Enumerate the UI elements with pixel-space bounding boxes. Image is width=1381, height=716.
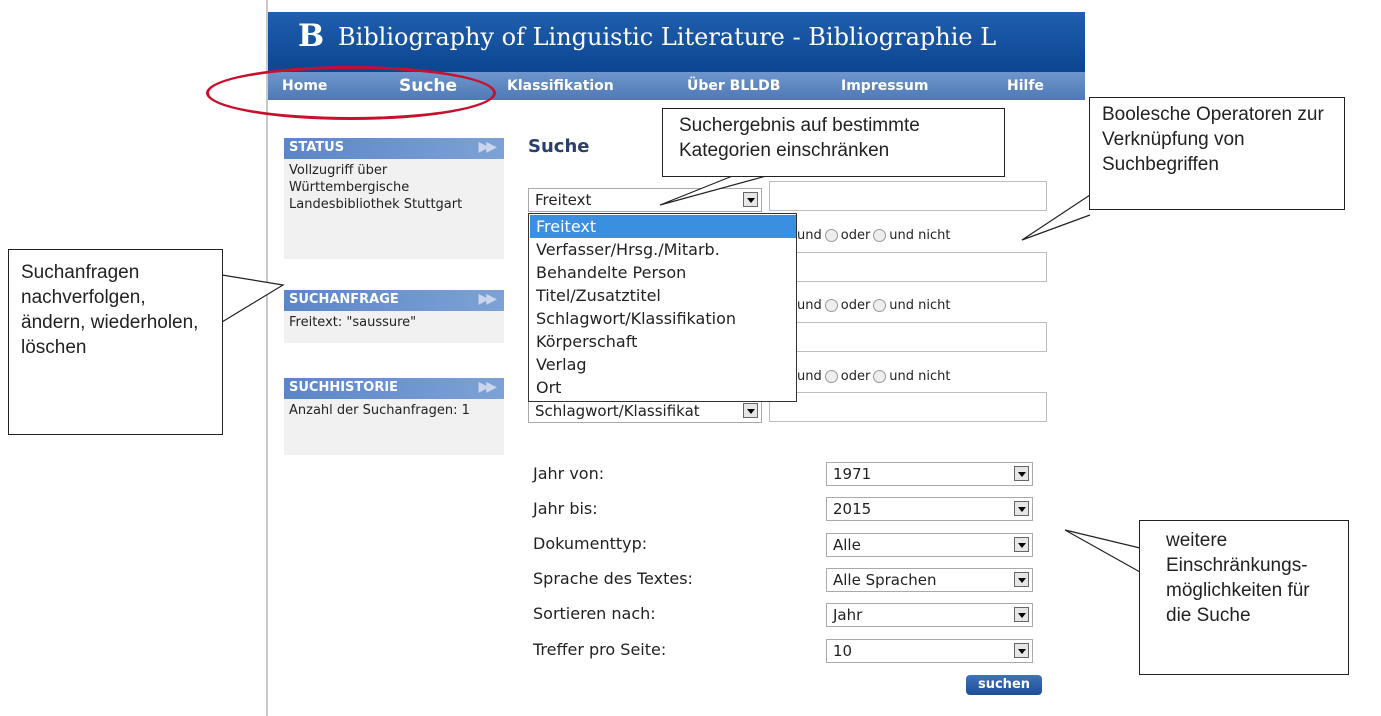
chevron-down-icon[interactable] [743,403,758,418]
nav-ueber-blldb[interactable]: Über BLLDB [687,78,780,94]
field-select-4[interactable]: Schlagwort/Klassifikat [528,399,762,423]
suchhistorie-text: Anzahl der Suchanfragen: 1 [284,399,504,455]
radio-oder[interactable] [824,299,838,312]
chevron-down-icon[interactable] [1014,643,1029,658]
field-select-1[interactable]: Freitext [528,188,762,212]
suchanfrage-heading: SUCHANFRAGE ▶▶ [284,290,504,311]
site-header: B Bibliography of Linguistic Literature … [268,12,1085,72]
suchhistorie-heading: SUCHHISTORIE ▶▶ [284,378,504,399]
dropdown-option[interactable]: Ort [530,376,796,399]
nav-impressum[interactable]: Impressum [841,78,928,94]
radio-und-nicht[interactable] [873,229,887,242]
search-input-3[interactable] [769,322,1047,352]
boolean-row-3: und oder und nicht [797,369,951,384]
callout-boolean: Boolesche Operatoren zur Verknüpfung von… [1089,97,1345,210]
chevron-down-icon[interactable] [1014,466,1029,481]
page-title: Suche [528,136,590,157]
chevron-down-icon[interactable] [1014,572,1029,587]
filter-label-jahr-von: Jahr von: [533,464,605,483]
status-heading: STATUS ▶▶ [284,138,504,159]
filter-label-sortieren: Sortieren nach: [533,604,656,623]
nav-hilfe[interactable]: Hilfe [1007,78,1044,94]
double-chevron-right-icon[interactable]: ▶▶ [478,291,496,307]
jahr-von-select[interactable]: 1971 [826,462,1033,486]
search-input-1[interactable] [769,181,1047,211]
jahr-bis-select[interactable]: 2015 [826,497,1033,521]
search-input-4[interactable] [769,392,1047,422]
search-input-2[interactable] [769,252,1047,282]
boolean-row-2: und oder und nicht [797,298,951,313]
dropdown-option[interactable]: Titel/Zusatztitel [530,284,796,307]
field-dropdown-list: Freitext Verfasser/Hrsg./Mitarb. Behande… [528,213,797,402]
filter-label-dokumenttyp: Dokumenttyp: [533,534,648,553]
radio-und-nicht[interactable] [873,370,887,383]
filter-label-jahr-bis: Jahr bis: [533,499,598,518]
dropdown-option[interactable]: Körperschaft [530,330,796,353]
dokumenttyp-select[interactable]: Alle [826,533,1033,557]
chevron-down-icon[interactable] [743,192,758,207]
callout-categories: Suchergebnis auf bestimmte Kategorien ei… [662,108,1005,177]
dropdown-option[interactable]: Verfasser/Hrsg./Mitarb. [530,238,796,261]
radio-und-nicht[interactable] [873,299,887,312]
logo[interactable]: B [298,18,324,54]
double-chevron-right-icon[interactable]: ▶▶ [478,139,496,155]
chevron-down-icon[interactable] [1014,501,1029,516]
treffer-select[interactable]: 10 [826,639,1033,663]
sprache-select[interactable]: Alle Sprachen [826,568,1033,592]
dropdown-option[interactable]: Verlag [530,353,796,376]
filter-label-treffer: Treffer pro Seite: [533,640,667,659]
boolean-row-1: und oder und nicht [797,228,951,243]
status-text: Vollzugriff über Württembergische Landes… [284,159,504,259]
nav-klassifikation[interactable]: Klassifikation [507,78,614,94]
dropdown-option[interactable]: Behandelte Person [530,261,796,284]
suchanfrage-text[interactable]: Freitext: "saussure" [284,311,504,343]
radio-oder[interactable] [824,370,838,383]
callout-history: Suchanfragen nachverfolgen, ändern, wied… [8,249,223,435]
sortieren-select[interactable]: Jahr [826,603,1033,627]
search-button[interactable]: suchen [966,675,1042,695]
dropdown-option[interactable]: Schlagwort/Klassifikation [530,307,796,330]
annotation-ellipse [206,66,496,120]
chevron-down-icon[interactable] [1014,607,1029,622]
dropdown-option[interactable]: Freitext [530,215,796,238]
chevron-down-icon[interactable] [1014,537,1029,552]
radio-oder[interactable] [824,229,838,242]
filter-label-sprache: Sprache des Textes: [533,569,693,588]
double-chevron-right-icon[interactable]: ▶▶ [478,379,496,395]
callout-filters: weitere Einschränkungs-möglichkeiten für… [1139,520,1349,675]
site-title: Bibliography of Linguistic Literature - … [338,23,997,51]
